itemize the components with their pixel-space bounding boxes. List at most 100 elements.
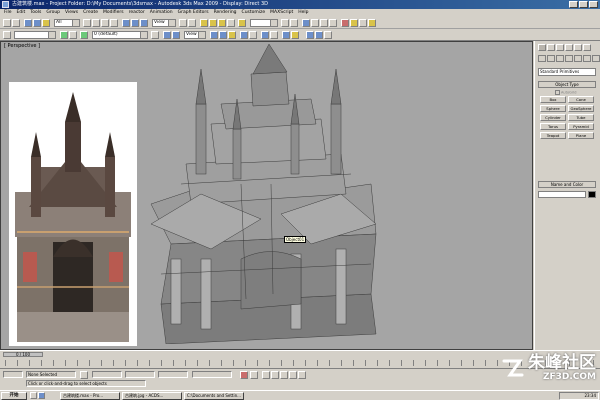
curve-editor-icon[interactable] — [320, 19, 328, 27]
chamfer-icon[interactable] — [228, 31, 236, 39]
lights-category-icon[interactable] — [556, 55, 564, 62]
y-coordinate-field[interactable] — [125, 371, 155, 378]
menu-reactor[interactable]: reactor — [129, 9, 145, 17]
relax-icon[interactable] — [324, 31, 332, 39]
menu-customize[interactable]: Customize — [242, 9, 266, 17]
app-icon[interactable] — [2, 1, 9, 8]
selection-filter-dropdown[interactable]: All — [54, 19, 80, 27]
menu-file[interactable]: File — [4, 9, 12, 17]
select-rotate-icon[interactable] — [131, 19, 139, 27]
systems-category-icon[interactable] — [592, 55, 600, 62]
view-dropdown-2[interactable]: View — [184, 31, 206, 39]
object-type-rollout[interactable]: Object Type — [538, 81, 596, 88]
material-editor-icon[interactable] — [341, 19, 349, 27]
current-layer-dropdown[interactable]: 0 (default) — [92, 31, 148, 39]
menu-tools[interactable]: Tools — [30, 9, 41, 17]
cone-button[interactable]: Cone — [568, 96, 594, 103]
select-scale-icon[interactable] — [140, 19, 148, 27]
select-link-icon[interactable] — [24, 19, 32, 27]
ie-icon[interactable] — [38, 392, 45, 399]
weld-icon[interactable] — [261, 31, 269, 39]
rectangular-selection-icon[interactable] — [101, 19, 109, 27]
close-button[interactable] — [589, 1, 598, 8]
temple-3d-model[interactable] — [141, 44, 391, 344]
cylinder-button[interactable]: Cylinder — [540, 114, 566, 121]
space-warps-category-icon[interactable] — [583, 55, 591, 62]
motion-tab-icon[interactable] — [565, 44, 573, 51]
plane-button[interactable]: Plane — [568, 132, 594, 139]
bevel-icon[interactable] — [219, 31, 227, 39]
utilities-tab-icon[interactable] — [583, 44, 591, 51]
menu-group[interactable]: Group — [46, 9, 60, 17]
select-objects-in-layer-icon[interactable] — [163, 31, 171, 39]
target-weld-icon[interactable] — [270, 31, 278, 39]
unlink-icon[interactable] — [33, 19, 41, 27]
select-by-name-icon[interactable] — [92, 19, 100, 27]
cut-icon[interactable] — [249, 31, 257, 39]
teapot-button[interactable]: Teapot — [540, 132, 566, 139]
next-frame-icon[interactable] — [289, 371, 297, 379]
viewport-label[interactable]: [ Perspective ] — [4, 43, 40, 49]
modify-tab-icon[interactable] — [547, 44, 555, 51]
create-layer-icon[interactable] — [60, 31, 68, 39]
reference-coord-dropdown[interactable]: View — [152, 19, 176, 27]
graphite-tools-icon[interactable] — [311, 19, 319, 27]
snaps-toggle-icon[interactable] — [200, 19, 208, 27]
geosphere-button[interactable]: GeoSphere — [568, 105, 594, 112]
select-manipulate-icon[interactable] — [188, 19, 196, 27]
attach-icon[interactable] — [282, 31, 290, 39]
menu-rendering[interactable]: Rendering — [214, 9, 237, 17]
time-slider[interactable]: 0 / 100 — [3, 352, 43, 357]
create-tab-icon[interactable] — [538, 44, 546, 51]
taskbar-item-acdsee[interactable]: 古建筑.jpg - ACDS... — [122, 392, 182, 400]
layer-visible-icon[interactable] — [80, 31, 88, 39]
angle-snap-icon[interactable] — [209, 19, 217, 27]
name-and-color-rollout[interactable]: Name and Color — [538, 181, 596, 188]
menu-maxscript[interactable]: MAXScript — [270, 9, 293, 17]
pivot-center-icon[interactable] — [179, 19, 187, 27]
menu-help[interactable]: Help — [298, 9, 308, 17]
undo-icon[interactable] — [3, 19, 11, 27]
go-to-start-icon[interactable] — [262, 371, 270, 379]
minimize-button[interactable] — [569, 1, 578, 8]
detach-icon[interactable] — [291, 31, 299, 39]
object-name-input[interactable] — [538, 191, 586, 198]
connect-icon[interactable] — [240, 31, 248, 39]
z-coordinate-field[interactable] — [158, 371, 188, 378]
x-coordinate-field[interactable] — [92, 371, 122, 378]
hierarchy-tab-icon[interactable] — [556, 44, 564, 51]
menu-animation[interactable]: Animation — [150, 9, 173, 17]
menu-edit[interactable]: Edit — [17, 9, 26, 17]
box-button[interactable]: Box — [540, 96, 566, 103]
shapes-category-icon[interactable] — [547, 55, 555, 62]
smooth-icon[interactable] — [306, 31, 314, 39]
autogrid-checkbox[interactable]: AutoGrid — [555, 90, 576, 95]
previous-frame-icon[interactable] — [271, 371, 279, 379]
layer-manager-icon[interactable] — [302, 19, 310, 27]
align-icon[interactable] — [290, 19, 298, 27]
menu-graph-editors[interactable]: Graph Editors — [178, 9, 209, 17]
show-desktop-icon[interactable] — [30, 392, 37, 399]
sphere-button[interactable]: Sphere — [540, 105, 566, 112]
play-icon[interactable] — [280, 371, 288, 379]
render-setup-icon[interactable] — [350, 19, 358, 27]
rendered-frame-icon[interactable] — [359, 19, 367, 27]
set-key-icon[interactable] — [250, 371, 258, 379]
redo-icon[interactable] — [12, 19, 20, 27]
menu-views[interactable]: Views — [65, 9, 78, 17]
tube-button[interactable]: Tube — [568, 114, 594, 121]
taskbar-item-3dsmax[interactable]: 古建筑楼.max - Pro... — [60, 392, 120, 400]
perspective-viewport[interactable]: [ Perspective ] Object01 — [0, 41, 533, 350]
geometry-category-icon[interactable] — [538, 55, 546, 62]
schematic-view-icon[interactable] — [329, 19, 337, 27]
edit-poly-dropdown[interactable] — [14, 31, 56, 39]
layers-icon[interactable] — [3, 31, 11, 39]
maximize-button[interactable] — [579, 1, 588, 8]
extrude-icon[interactable] — [210, 31, 218, 39]
quick-render-icon[interactable] — [368, 19, 376, 27]
spinner-snap-icon[interactable] — [227, 19, 235, 27]
add-to-layer-icon[interactable] — [69, 31, 77, 39]
select-object-icon[interactable] — [83, 19, 91, 27]
object-color-swatch[interactable] — [588, 191, 596, 198]
lock-selection-icon[interactable] — [80, 371, 88, 379]
